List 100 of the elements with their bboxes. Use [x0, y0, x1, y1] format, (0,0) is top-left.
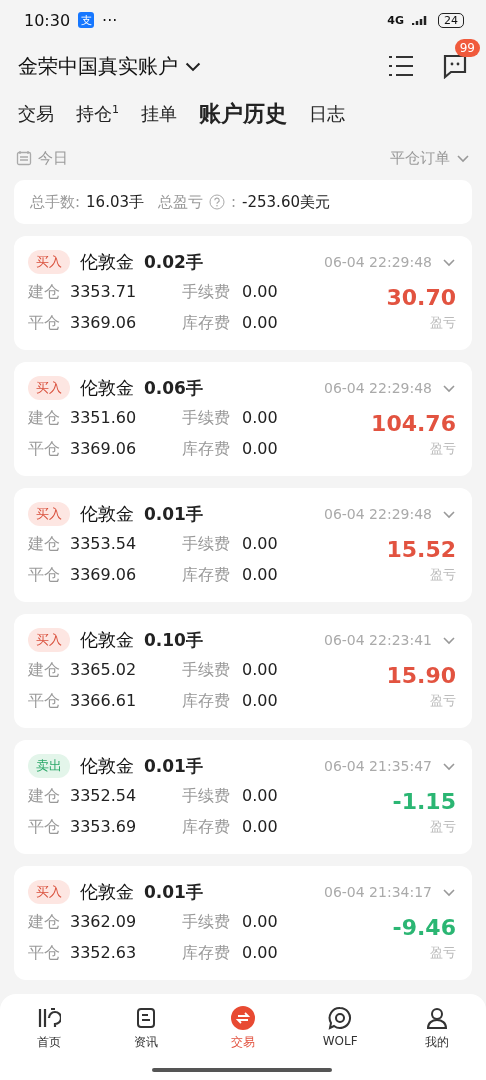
side-tag: 买入	[28, 502, 70, 526]
order-card[interactable]: 买入 伦敦金 0.06手 06-04 22:29:48 建仓 3351.60 手续费 0.00 平仓 3369.06 库存费 0.00 104.76 盈亏	[14, 362, 472, 476]
calendar-icon	[16, 150, 32, 166]
field-label: 建仓	[28, 534, 61, 555]
open-price: 3353.71	[70, 282, 138, 303]
close-price: 3369.06	[70, 565, 138, 586]
lot-size: 0.01手	[144, 754, 203, 778]
side-tag: 卖出	[28, 754, 70, 778]
side-tag: 买入	[28, 880, 70, 904]
nav-item[interactable]: 首页	[0, 1006, 98, 1080]
field-label: 平仓	[28, 691, 61, 712]
swap-value: 0.00	[242, 313, 279, 334]
field-label: 手续费	[182, 786, 231, 807]
fee-value: 0.00	[242, 786, 279, 807]
lot-size: 0.06手	[144, 376, 203, 400]
order-time: 06-04 22:29:48	[324, 380, 432, 396]
field-label: 建仓	[28, 282, 61, 303]
pnl-total: -253.60美元	[242, 192, 330, 212]
field-label: 平仓	[28, 565, 61, 586]
order-card[interactable]: 买入 伦敦金 0.02手 06-04 22:29:48 建仓 3353.71 手续费 0.00 平仓 3369.06 库存费 0.00 30.70 盈亏	[14, 236, 472, 350]
symbol: 伦敦金	[80, 376, 134, 400]
close-price: 3353.69	[70, 817, 138, 838]
order-card[interactable]: 卖出 伦敦金 0.01手 06-04 21:35:47 建仓 3352.54 手续费 0.00 平仓 3353.69 库存费 0.00 -1.15 盈亏	[14, 740, 472, 854]
field-label: 手续费	[182, 282, 231, 303]
field-label: 手续费	[182, 660, 231, 681]
profit-value: 104.76	[371, 410, 456, 436]
field-label: 库存费	[182, 817, 231, 838]
open-price: 3353.54	[70, 534, 138, 555]
status-time: 10:30	[24, 10, 71, 30]
lot-size: 0.01手	[144, 880, 203, 904]
order-card[interactable]: 买入 伦敦金 0.01手 06-04 22:29:48 建仓 3353.54 手续费 0.00 平仓 3369.06 库存费 0.00 15.52 盈亏	[14, 488, 472, 602]
swap-value: 0.00	[242, 817, 279, 838]
close-price: 3369.06	[70, 313, 138, 334]
order-card[interactable]: 买入 伦敦金 0.01手 06-04 21:34:17 建仓 3362.09 手续费 0.00 平仓 3352.63 库存费 0.00 -9.46 盈亏	[14, 866, 472, 980]
profit-label: 盈亏	[430, 313, 456, 332]
field-label: 手续费	[182, 912, 231, 933]
symbol: 伦敦金	[80, 880, 134, 904]
field-label: 库存费	[182, 313, 231, 334]
field-label: 平仓	[28, 313, 61, 334]
profit-value: -9.46	[392, 914, 456, 940]
tab[interactable]: 交易	[18, 102, 54, 126]
profit-label: 盈亏	[430, 439, 456, 458]
lot-size: 0.01手	[144, 502, 203, 526]
lot-size: 0.02手	[144, 250, 203, 274]
side-tag: 买入	[28, 250, 70, 274]
order-time: 06-04 21:34:17	[324, 884, 432, 900]
account-name[interactable]: 金荣中国真实账户	[18, 52, 178, 80]
symbol: 伦敦金	[80, 250, 134, 274]
app-notification-icon: 支	[78, 12, 95, 28]
logo-icon	[36, 1006, 61, 1030]
field-label: 库存费	[182, 943, 231, 964]
unread-badge: 99	[454, 39, 480, 57]
order-time: 06-04 22:23:41	[324, 632, 432, 648]
tab[interactable]: 账户历史	[199, 99, 287, 129]
swap-value: 0.00	[242, 439, 279, 460]
nav-item[interactable]: 交易	[194, 1006, 292, 1080]
profit-label: 盈亏	[430, 943, 456, 962]
order-card[interactable]: 买入 伦敦金 0.10手 06-04 22:23:41 建仓 3365.02 手续费 0.00 平仓 3366.61 库存费 0.00 15.90 盈亏	[14, 614, 472, 728]
message-icon	[442, 53, 468, 79]
swap-value: 0.00	[242, 943, 279, 964]
fee-value: 0.00	[242, 282, 279, 303]
field-label: 手续费	[182, 534, 231, 555]
fee-value: 0.00	[242, 534, 279, 555]
symbol: 伦敦金	[80, 754, 134, 778]
profit-value: 30.70	[386, 284, 456, 310]
close-price: 3366.61	[70, 691, 138, 712]
profit-value: -1.15	[392, 788, 456, 814]
close-price: 3352.63	[70, 943, 138, 964]
exchange-icon	[231, 1006, 255, 1030]
field-label: 建仓	[28, 408, 61, 429]
profit-label: 盈亏	[430, 691, 456, 710]
fee-value: 0.00	[242, 408, 279, 429]
pnl-separator: :	[231, 193, 237, 211]
pnl-label: 总盈亏	[158, 192, 203, 212]
close-price: 3369.06	[70, 439, 138, 460]
side-tag: 买入	[28, 628, 70, 652]
field-label: 库存费	[182, 439, 231, 460]
list-icon	[388, 55, 414, 77]
profit-value: 15.52	[386, 536, 456, 562]
field-label: 建仓	[28, 660, 61, 681]
fee-value: 0.00	[242, 912, 279, 933]
tab[interactable]: 挂单	[141, 102, 177, 126]
lot-size: 0.10手	[144, 628, 203, 652]
field-label: 建仓	[28, 786, 61, 807]
nav-item[interactable]: 我的	[388, 1006, 486, 1080]
user-icon	[425, 1006, 450, 1030]
tab[interactable]: 持仓$^{1}$	[76, 102, 119, 126]
symbol: 伦敦金	[80, 502, 134, 526]
open-price: 3351.60	[70, 408, 138, 429]
open-price: 3362.09	[70, 912, 138, 933]
tab[interactable]: 日志	[309, 102, 345, 126]
order-time: 06-04 22:29:48	[324, 506, 432, 522]
nav-item[interactable]: WOLF	[291, 1006, 389, 1080]
chat-icon	[328, 1006, 353, 1030]
field-label: 手续费	[182, 408, 231, 429]
profit-label: 盈亏	[430, 565, 456, 584]
side-tag: 买入	[28, 376, 70, 400]
nav-item[interactable]: 资讯	[97, 1006, 195, 1080]
order-time: 06-04 22:29:48	[324, 254, 432, 270]
lots-label: 总手数:	[30, 192, 81, 212]
